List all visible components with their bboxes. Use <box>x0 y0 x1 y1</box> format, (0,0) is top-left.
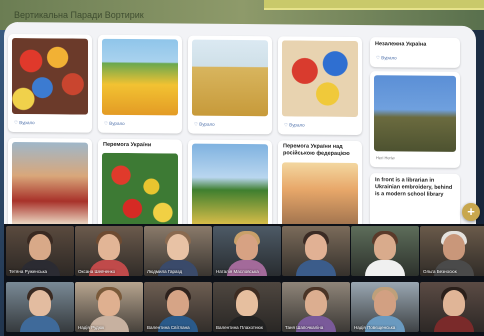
post-image-poppies <box>102 152 178 228</box>
post-card[interactable]: Незалежна Україна ♡ Вурало <box>370 37 460 68</box>
participant-video-tile[interactable]: Людмила Гаразд <box>144 226 212 276</box>
post-image-easter-eggs <box>12 38 88 115</box>
post-card[interactable]: Heri Heriw <box>370 71 460 168</box>
participant-video-tile[interactable] <box>420 282 484 332</box>
participant-name: Людмила Гаразд <box>147 269 183 274</box>
post-title: In front is a librarian in Ukrainian emb… <box>375 177 453 198</box>
post-image-sunflower-field <box>102 38 178 116</box>
post-card[interactable]: ♡ Вурало <box>188 35 272 135</box>
participant-face <box>305 234 327 260</box>
participant-video-tile[interactable] <box>351 226 419 276</box>
like-button[interactable]: ♡ Вурало <box>104 121 125 127</box>
participant-name: Ольга Безносюк <box>423 269 457 274</box>
participant-video-tile[interactable]: Тетяна Руженська <box>6 226 74 276</box>
participant-video-tile[interactable]: Надія Рудюк <box>75 282 143 332</box>
participant-video-tile[interactable]: Валентина Плахотнюк <box>213 282 281 332</box>
participant-body <box>434 316 474 332</box>
like-button[interactable]: ♡ Вурало <box>194 122 215 128</box>
participant-video-tile[interactable]: Таня Шапочкаліна <box>282 282 350 332</box>
participant-face <box>374 290 396 316</box>
post-image-flowers-art <box>282 40 358 118</box>
participant-video-tile[interactable]: Валентина Світлана <box>144 282 212 332</box>
post-image-victory-painting <box>282 162 358 230</box>
participant-body <box>365 260 405 276</box>
participant-face <box>236 234 258 260</box>
participant-face <box>29 234 51 260</box>
participant-face <box>167 234 189 260</box>
post-card[interactable]: Перемога України над російською федераці… <box>278 140 362 234</box>
post-image-girl-wreath <box>12 142 88 227</box>
participant-face <box>29 290 51 316</box>
participant-video-tile[interactable]: Ольга Безносюк <box>420 226 484 276</box>
post-title: Перемога України <box>103 141 152 149</box>
post-title: Перемога України над російською федераці… <box>283 143 350 157</box>
participant-body <box>20 316 60 332</box>
post-card[interactable]: ♡ Вурало <box>278 36 362 136</box>
participant-name: Наталія Масловська <box>216 269 259 274</box>
participant-video-tile[interactable] <box>6 282 74 332</box>
add-post-button[interactable]: + <box>462 203 480 221</box>
board-title: Вертикальна Паради Вортирик <box>14 10 144 20</box>
participant-name: Таня Шапочкаліна <box>285 325 324 330</box>
participant-face <box>98 290 120 316</box>
post-card[interactable]: ♡ Вурало <box>98 34 182 134</box>
participant-face <box>236 290 258 316</box>
post-image-flag-field <box>192 143 268 229</box>
participant-face <box>443 290 465 316</box>
participant-face <box>374 234 396 260</box>
participant-video-tile[interactable]: Наталія Масловська <box>213 226 281 276</box>
post-image-children-reading <box>192 39 268 117</box>
post-card[interactable]: In front is a librarian in Ukrainian emb… <box>370 173 460 228</box>
participant-face <box>98 234 120 260</box>
like-button[interactable]: ♡ Вурало <box>14 120 35 126</box>
room-background-light <box>264 0 484 10</box>
participant-face <box>167 290 189 316</box>
post-author: Heri Heriw <box>376 155 395 161</box>
participant-name: Надія Повєщенська <box>354 325 396 330</box>
video-participant-grid: Тетяна Руженська Оксана Шевченко Людмила Г… <box>4 224 484 336</box>
post-title: Незалежна Україна <box>375 41 427 48</box>
participant-name: Оксана Шевченко <box>78 269 116 274</box>
padlet-board: ♡ Вурало ♡ Вурало ♡ Вурало ♡ Вурало Неза… <box>4 21 476 235</box>
post-image-soldier-portrait <box>374 75 456 152</box>
screen-frame: Вертикальна Паради Вортирик ♡ Вурало ♡ В… <box>0 0 484 336</box>
post-card[interactable] <box>188 139 272 233</box>
participant-name: Валентина Плахотнюк <box>216 325 263 330</box>
participant-name: Надія Рудюк <box>78 325 105 330</box>
post-card[interactable]: ♡ Вурало <box>8 33 92 133</box>
like-button[interactable]: ♡ Вурало <box>284 122 305 128</box>
participant-body <box>296 260 336 276</box>
like-button[interactable]: ♡ Вурало <box>376 55 397 61</box>
participant-video-tile[interactable]: Надія Повєщенська <box>351 282 419 332</box>
participant-video-tile[interactable]: Оксана Шевченко <box>75 226 143 276</box>
participant-name: Валентина Світлана <box>147 325 190 330</box>
participant-name: Тетяна Руженська <box>9 269 48 274</box>
participant-face <box>443 234 465 260</box>
participant-video-tile[interactable] <box>282 226 350 276</box>
post-card[interactable]: Перемога України <box>98 138 182 232</box>
participant-face <box>305 290 327 316</box>
post-card[interactable] <box>8 137 92 231</box>
